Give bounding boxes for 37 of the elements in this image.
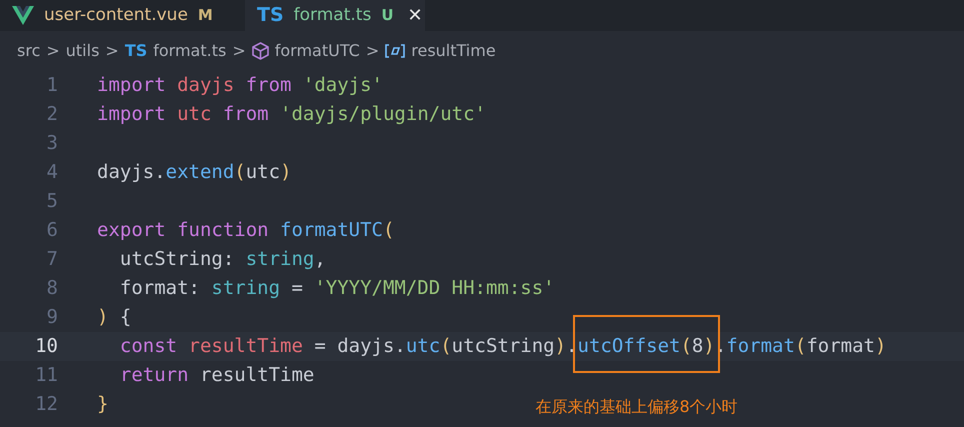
breadcrumb-item[interactable]: utils xyxy=(66,39,100,63)
chevron-icon: > xyxy=(46,39,60,63)
line-number: 3 xyxy=(46,131,58,156)
breadcrumb-item[interactable]: src xyxy=(17,39,40,63)
code-line: utcString: string, xyxy=(118,247,326,272)
code-line: ) { xyxy=(97,305,132,330)
line-number: 9 xyxy=(46,305,58,330)
line-number: 12 xyxy=(34,392,58,418)
code-line: format: string = 'YYYY/MM/DD HH:mm:ss' xyxy=(118,276,555,302)
line-number: 4 xyxy=(46,160,58,186)
chevron-icon: > xyxy=(366,39,380,63)
ts-file-icon: TS xyxy=(124,39,148,63)
editor-tab[interactable]: TS format.ts U ✕ xyxy=(245,0,425,31)
code-line: export function formatUTC( xyxy=(97,218,394,244)
line-number: 11 xyxy=(34,363,58,388)
code-line: return resultTime xyxy=(118,363,314,388)
code-line: dayjs.extend(utc) xyxy=(97,160,292,186)
breadcrumb-item[interactable]: resultTime xyxy=(411,39,496,63)
ts-file-icon: TS xyxy=(257,1,284,30)
line-number: 5 xyxy=(46,189,58,214)
vue-logo-icon xyxy=(12,6,34,26)
line-number: 2 xyxy=(46,102,58,128)
breadcrumb-item[interactable]: format.ts xyxy=(153,39,226,63)
code-line: import dayjs from 'dayjs' xyxy=(97,73,383,98)
breadcrumb-item[interactable]: formatUTC xyxy=(274,39,360,63)
line-number: 6 xyxy=(46,218,58,244)
cube-icon xyxy=(252,42,269,60)
line-number: 8 xyxy=(46,276,58,302)
chevron-icon: > xyxy=(105,39,119,63)
variable-icon xyxy=(385,44,406,58)
line-number: 1 xyxy=(46,73,58,98)
chevron-icon: > xyxy=(232,39,246,63)
code-line: } xyxy=(97,392,108,418)
line-number: 7 xyxy=(46,247,58,272)
line-number: 10 xyxy=(34,334,58,360)
code-line: import utc from 'dayjs/plugin/utc' xyxy=(97,102,486,128)
close-icon[interactable]: ✕ xyxy=(408,2,423,29)
